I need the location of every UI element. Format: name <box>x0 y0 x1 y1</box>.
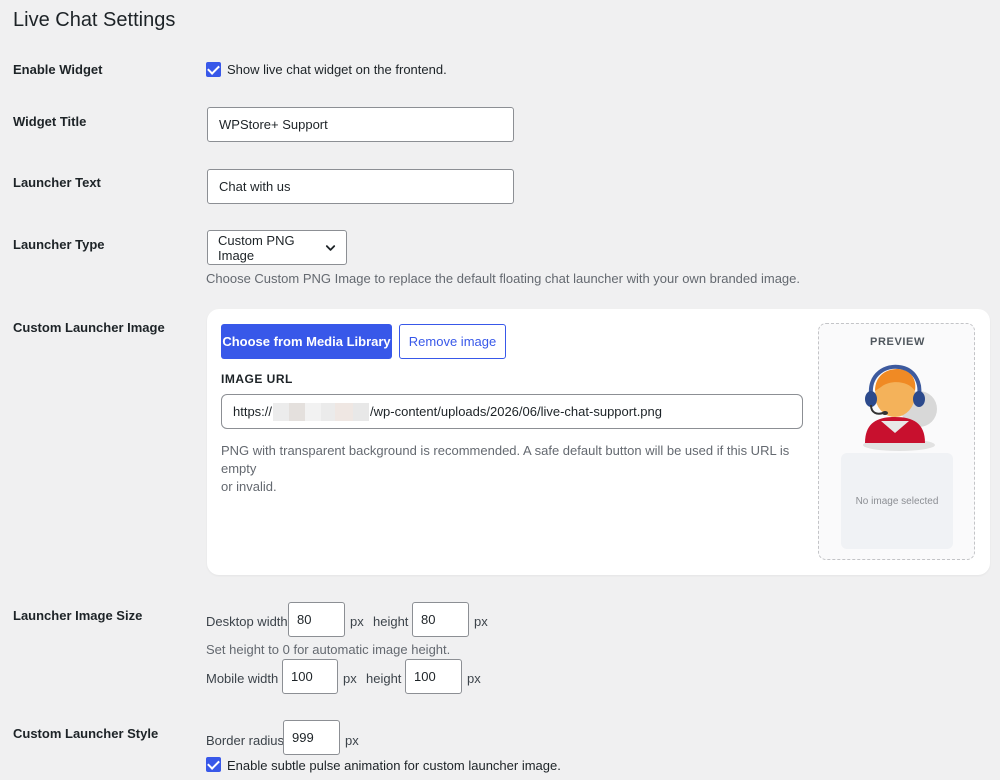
launcher-text-value: Chat with us <box>219 179 291 194</box>
enable-widget-checkbox-label[interactable]: Show live chat widget on the frontend. <box>227 62 447 77</box>
preview-title: PREVIEW <box>870 336 925 348</box>
enable-widget-label: Enable Widget <box>13 62 103 77</box>
border-radius-input[interactable]: 999 <box>283 720 340 755</box>
desktop-height-unit: px <box>474 614 488 629</box>
mobile-width-label: Mobile width <box>206 671 279 686</box>
mobile-width-value: 100 <box>291 669 313 684</box>
launcher-type-selected: Custom PNG Image <box>218 232 295 263</box>
enable-widget-checkbox[interactable] <box>206 62 221 77</box>
widget-title-input[interactable]: WPStore+ Support <box>207 107 514 142</box>
desktop-width-input[interactable]: 80 <box>288 602 345 637</box>
border-radius-unit: px <box>345 733 359 748</box>
desktop-height-label: height <box>373 614 409 629</box>
launcher-type-select[interactable]: Custom PNG Image <box>207 230 347 265</box>
pulse-animation-label[interactable]: Enable subtle pulse animation for custom… <box>227 758 561 773</box>
chevron-down-icon <box>325 244 336 251</box>
mobile-height-label: height <box>366 671 402 686</box>
widget-title-label: Widget Title <box>13 114 87 129</box>
border-radius-value: 999 <box>292 730 314 745</box>
mobile-width-unit: px <box>343 671 357 686</box>
mobile-width-input[interactable]: 100 <box>282 659 338 694</box>
preview-empty-state: No image selected <box>841 453 953 549</box>
mobile-height-input[interactable]: 100 <box>405 659 462 694</box>
height-hint: Set height to 0 for automatic image heig… <box>206 642 451 657</box>
pulse-animation-checkbox[interactable] <box>206 757 221 772</box>
mobile-height-value: 100 <box>414 669 436 684</box>
image-url-suffix: /wp-content/uploads/2026/06/live-chat-su… <box>370 404 662 419</box>
image-size-label: Launcher Image Size <box>13 608 143 623</box>
mobile-height-unit: px <box>467 671 481 686</box>
desktop-width-label: Desktop width <box>206 614 288 629</box>
image-url-help-line2: or invalid. <box>221 479 277 494</box>
desktop-width-unit: px <box>350 614 364 629</box>
launcher-style-label: Custom Launcher Style <box>13 726 159 741</box>
image-url-prefix: https:// <box>233 404 273 419</box>
desktop-height-value: 80 <box>421 612 436 627</box>
preview-panel: PREVIEW No image selected <box>818 323 975 560</box>
image-url-input[interactable]: https:// /wp-content/uploads/2026/06/liv… <box>221 394 803 429</box>
widget-title-value: WPStore+ Support <box>219 117 328 132</box>
support-agent-headset-icon <box>863 364 937 451</box>
custom-image-label: Custom Launcher Image <box>13 320 165 335</box>
image-url-heading: IMAGE URL <box>221 372 293 386</box>
border-radius-label: Border radius <box>206 733 285 748</box>
page-title: Live Chat Settings <box>13 9 176 31</box>
launcher-text-input[interactable]: Chat with us <box>207 169 514 204</box>
desktop-width-value: 80 <box>297 612 312 627</box>
launcher-type-description: Choose Custom PNG Image to replace the d… <box>206 271 801 286</box>
image-url-help-line1: PNG with transparent background is recom… <box>221 443 790 476</box>
launcher-type-label: Launcher Type <box>13 237 105 252</box>
redacted-domain <box>273 402 370 421</box>
remove-image-button[interactable]: Remove image <box>399 324 506 359</box>
choose-media-button[interactable]: Choose from Media Library <box>221 324 392 359</box>
image-url-help: PNG with transparent background is recom… <box>221 442 806 496</box>
desktop-height-input[interactable]: 80 <box>412 602 469 637</box>
launcher-text-label: Launcher Text <box>13 175 101 190</box>
